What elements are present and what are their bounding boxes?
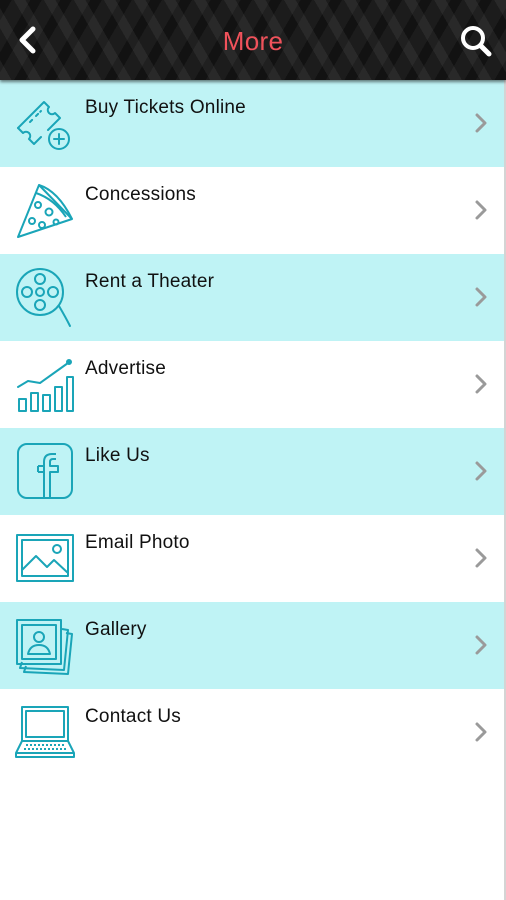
menu-item-label: Rent a Theater [85,271,215,292]
menu-item-concessions[interactable]: Concessions [0,167,506,254]
menu-item-like-us[interactable]: Like Us [0,428,506,515]
menu-item-contact-us[interactable]: Contact Us [0,689,506,776]
photo-icon [16,534,74,582]
gallery-icon [16,619,73,675]
chevron-left-icon [19,26,36,54]
ticket-add-icon [17,101,70,150]
bar-chart-icon [17,359,74,412]
menu-item-email-photo[interactable]: Email Photo [0,515,506,602]
menu-item-advertise[interactable]: Advertise [0,341,506,428]
chevron-right-icon [475,722,487,742]
chevron-right-icon [475,200,487,220]
menu-item-label: Email Photo [85,532,190,553]
menu-item-rent-theater[interactable]: Rent a Theater [0,254,506,341]
page-title: More [222,26,284,56]
more-menu-list: Buy Tickets Online Concessions Rent a Th… [0,80,506,776]
chevron-right-icon [475,461,487,481]
menu-item-buy-tickets[interactable]: Buy Tickets Online [0,80,506,167]
chevron-right-icon [475,113,487,133]
app-header: More [0,0,506,80]
search-icon [461,26,492,57]
menu-item-gallery[interactable]: Gallery [0,602,506,689]
chevron-right-icon [475,548,487,568]
menu-item-label: Advertise [85,358,167,379]
chevron-right-icon [475,287,487,307]
more-screen: More Buy Tickets Online Concessions Rent… [0,0,506,900]
laptop-icon [15,706,75,758]
chevron-right-icon [475,635,487,655]
search-button[interactable] [454,20,498,62]
menu-item-label: Like Us [85,445,150,466]
menu-item-label: Contact Us [85,706,181,727]
film-reel-icon [16,268,71,327]
menu-item-label: Gallery [85,619,147,640]
facebook-icon [17,443,73,499]
menu-item-label: Concessions [85,184,196,205]
menu-item-label: Buy Tickets Online [85,97,246,118]
back-button[interactable] [8,20,48,60]
pizza-slice-icon [17,184,73,238]
chevron-right-icon [475,374,487,394]
